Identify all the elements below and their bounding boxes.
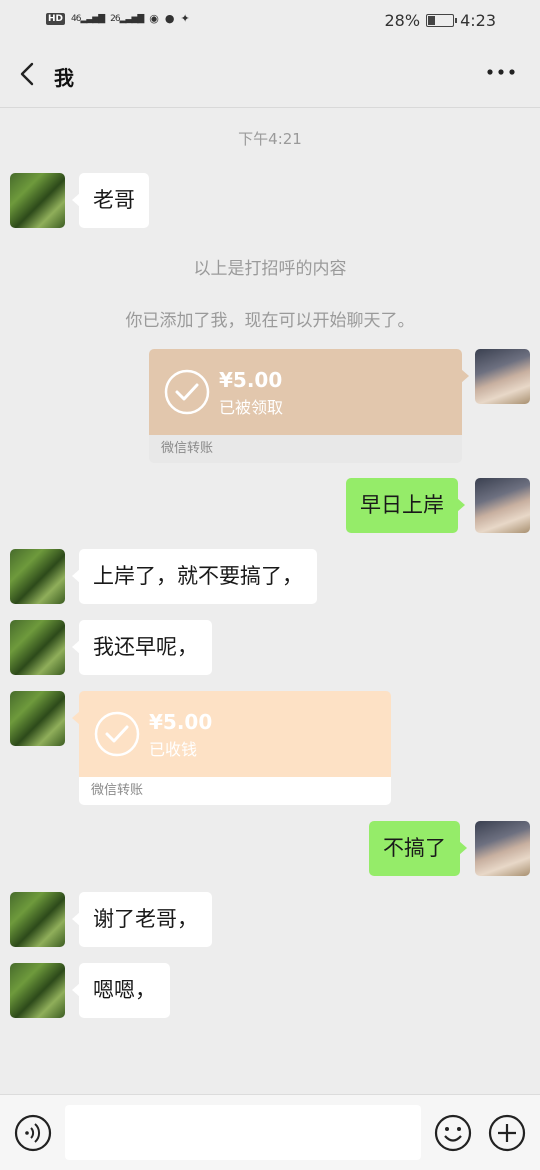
transfer-card-received[interactable]: ¥5.00 已收钱 微信转账 [72, 691, 391, 805]
transfer-footer: 微信转账 [79, 777, 391, 805]
clock: 4:23 [460, 11, 496, 30]
chat-timestamp: 下午4:21 [238, 130, 302, 148]
friend-avatar[interactable] [10, 620, 65, 675]
chat-header: 我 [0, 42, 540, 108]
battery-icon [426, 14, 458, 27]
signal-icon: 46▂▃▅▇ [71, 13, 105, 24]
back-arrow-icon[interactable] [14, 59, 44, 89]
my-avatar[interactable] [475, 349, 530, 404]
more-icon[interactable] [486, 64, 516, 84]
message-bubble[interactable]: 不搞了 [369, 821, 467, 876]
voice-icon[interactable] [14, 1114, 52, 1152]
status-indicators: HD 46▂▃▅▇ 26▂▃▅▇ ◉ ● ✦ [46, 12, 190, 25]
transfer-card-body: ¥5.00 已收钱 [79, 691, 391, 777]
transfer-status: 已收钱 [149, 740, 198, 759]
battery-percent: 28% [384, 11, 421, 30]
system-message-added: 你已添加了我，现在可以开始聊天了。 [125, 311, 415, 331]
status-bar: HD 46▂▃▅▇ 26▂▃▅▇ ◉ ● ✦ 28% 4:23 [0, 0, 540, 42]
transfer-amount: ¥5.00 [219, 368, 283, 392]
app-icon: ✦ [180, 12, 190, 25]
status-right: 28% 4:23 [385, 11, 497, 30]
input-bar [0, 1094, 540, 1170]
friend-avatar[interactable] [10, 549, 65, 604]
notification-icon: ◉ [149, 12, 159, 25]
check-circle-icon [164, 369, 210, 415]
message-bubble[interactable]: 早日上岸 [346, 478, 465, 533]
transfer-amount: ¥5.00 [149, 710, 213, 734]
my-avatar[interactable] [475, 821, 530, 876]
hd-badge: HD [46, 12, 66, 25]
friend-avatar[interactable] [10, 892, 65, 947]
message-bubble[interactable]: 我还早呢， [72, 620, 212, 675]
system-message-greeting: 以上是打招呼的内容 [193, 259, 347, 279]
transfer-card-sent[interactable]: ¥5.00 已被领取 微信转账 [149, 349, 469, 463]
emoji-icon[interactable] [434, 1114, 472, 1152]
signal-icon: 26▂▃▅▇ [110, 13, 144, 24]
chat-title: 我 [54, 66, 74, 90]
message-bubble[interactable]: 老哥 [72, 173, 149, 228]
transfer-status: 已被领取 [219, 398, 284, 417]
transfer-card-body: ¥5.00 已被领取 [149, 349, 462, 435]
plus-icon[interactable] [488, 1114, 526, 1152]
message-input[interactable] [65, 1105, 421, 1160]
check-circle-icon [94, 711, 140, 757]
message-bubble[interactable]: 谢了老哥， [72, 892, 212, 947]
transfer-footer: 微信转账 [149, 435, 462, 463]
message-icon: ● [164, 12, 175, 25]
message-bubble[interactable]: 嗯嗯， [72, 963, 170, 1018]
friend-avatar[interactable] [10, 691, 65, 746]
friend-avatar[interactable] [10, 173, 65, 228]
my-avatar[interactable] [475, 478, 530, 533]
message-bubble[interactable]: 上岸了，就不要搞了， [72, 549, 317, 604]
friend-avatar[interactable] [10, 963, 65, 1018]
